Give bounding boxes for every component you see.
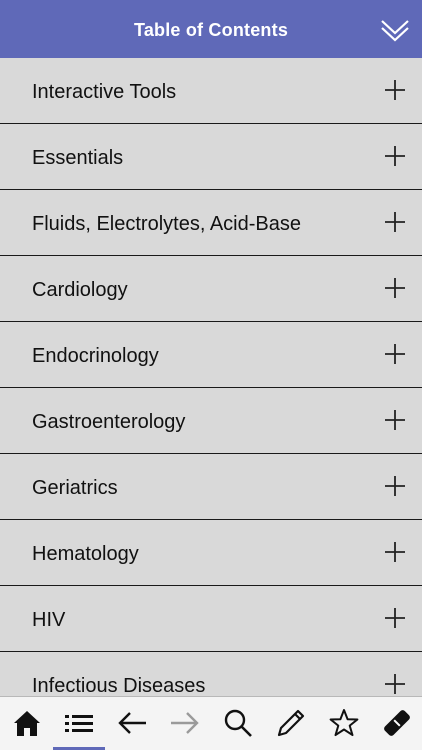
- favorites-button[interactable]: [318, 697, 370, 750]
- back-button[interactable]: [106, 697, 158, 750]
- toc-item-label: Hematology: [32, 543, 139, 565]
- eraser-icon: [384, 710, 410, 736]
- forward-button[interactable]: [159, 697, 211, 750]
- toc-item-label: Gastroenterology: [32, 411, 186, 433]
- toc-item-label: Cardiology: [32, 279, 128, 301]
- toc-item-label: HIV: [32, 609, 66, 631]
- toc-item-infectious-diseases[interactable]: Infectious Diseases: [0, 652, 422, 696]
- toc-item-gastroenterology[interactable]: Gastroenterology: [0, 388, 422, 454]
- pencil-icon: [277, 709, 305, 737]
- toc-item-interactive-tools[interactable]: Interactive Tools: [0, 58, 422, 124]
- plus-icon[interactable]: [384, 343, 406, 365]
- plus-icon[interactable]: [384, 145, 406, 167]
- toc-item-label: Fluids, Electrolytes, Acid-Base: [32, 213, 301, 235]
- toc-item-essentials[interactable]: Essentials: [0, 124, 422, 190]
- toc-item-cardiology[interactable]: Cardiology: [0, 256, 422, 322]
- toc-item-fluids-electrolytes-acid-base[interactable]: Fluids, Electrolytes, Acid-Base: [0, 190, 422, 256]
- toc-item-label: Infectious Diseases: [32, 675, 206, 696]
- toc-list: Interactive Tools Essentials Fluids, Ele…: [0, 58, 422, 696]
- bottom-toolbar: [0, 696, 422, 750]
- star-icon: [329, 709, 359, 737]
- plus-icon[interactable]: [384, 541, 406, 563]
- search-icon: [224, 709, 252, 737]
- toc-item-geriatrics[interactable]: Geriatrics: [0, 454, 422, 520]
- plus-icon[interactable]: [384, 211, 406, 233]
- toc-list-button[interactable]: [53, 697, 105, 750]
- toc-item-label: Endocrinology: [32, 345, 159, 367]
- search-button[interactable]: [212, 697, 264, 750]
- plus-icon[interactable]: [384, 409, 406, 431]
- page-title: Table of Contents: [133, 20, 289, 40]
- plus-icon[interactable]: [384, 607, 406, 629]
- back-arrow-icon: [118, 712, 146, 734]
- toc-item-hematology[interactable]: Hematology: [0, 520, 422, 586]
- plus-icon[interactable]: [384, 673, 406, 695]
- toc-item-hiv[interactable]: HIV: [0, 586, 422, 652]
- plus-icon[interactable]: [384, 79, 406, 101]
- toc-item-endocrinology[interactable]: Endocrinology: [0, 322, 422, 388]
- double-chevron-down-icon: [381, 20, 409, 42]
- toc-item-label: Geriatrics: [32, 477, 118, 499]
- notes-button[interactable]: [265, 697, 317, 750]
- highlight-button[interactable]: [371, 697, 422, 750]
- toc-item-label: Essentials: [32, 147, 124, 169]
- home-button[interactable]: [1, 697, 53, 750]
- collapse-all-button[interactable]: [380, 15, 410, 45]
- plus-icon[interactable]: [384, 277, 406, 299]
- toc-item-label: Interactive Tools: [32, 81, 177, 103]
- plus-icon[interactable]: [384, 475, 406, 497]
- home-icon: [14, 711, 40, 736]
- header-bar: Table of Contents: [0, 0, 422, 58]
- list-icon: [65, 715, 93, 732]
- forward-arrow-icon: [171, 712, 199, 734]
